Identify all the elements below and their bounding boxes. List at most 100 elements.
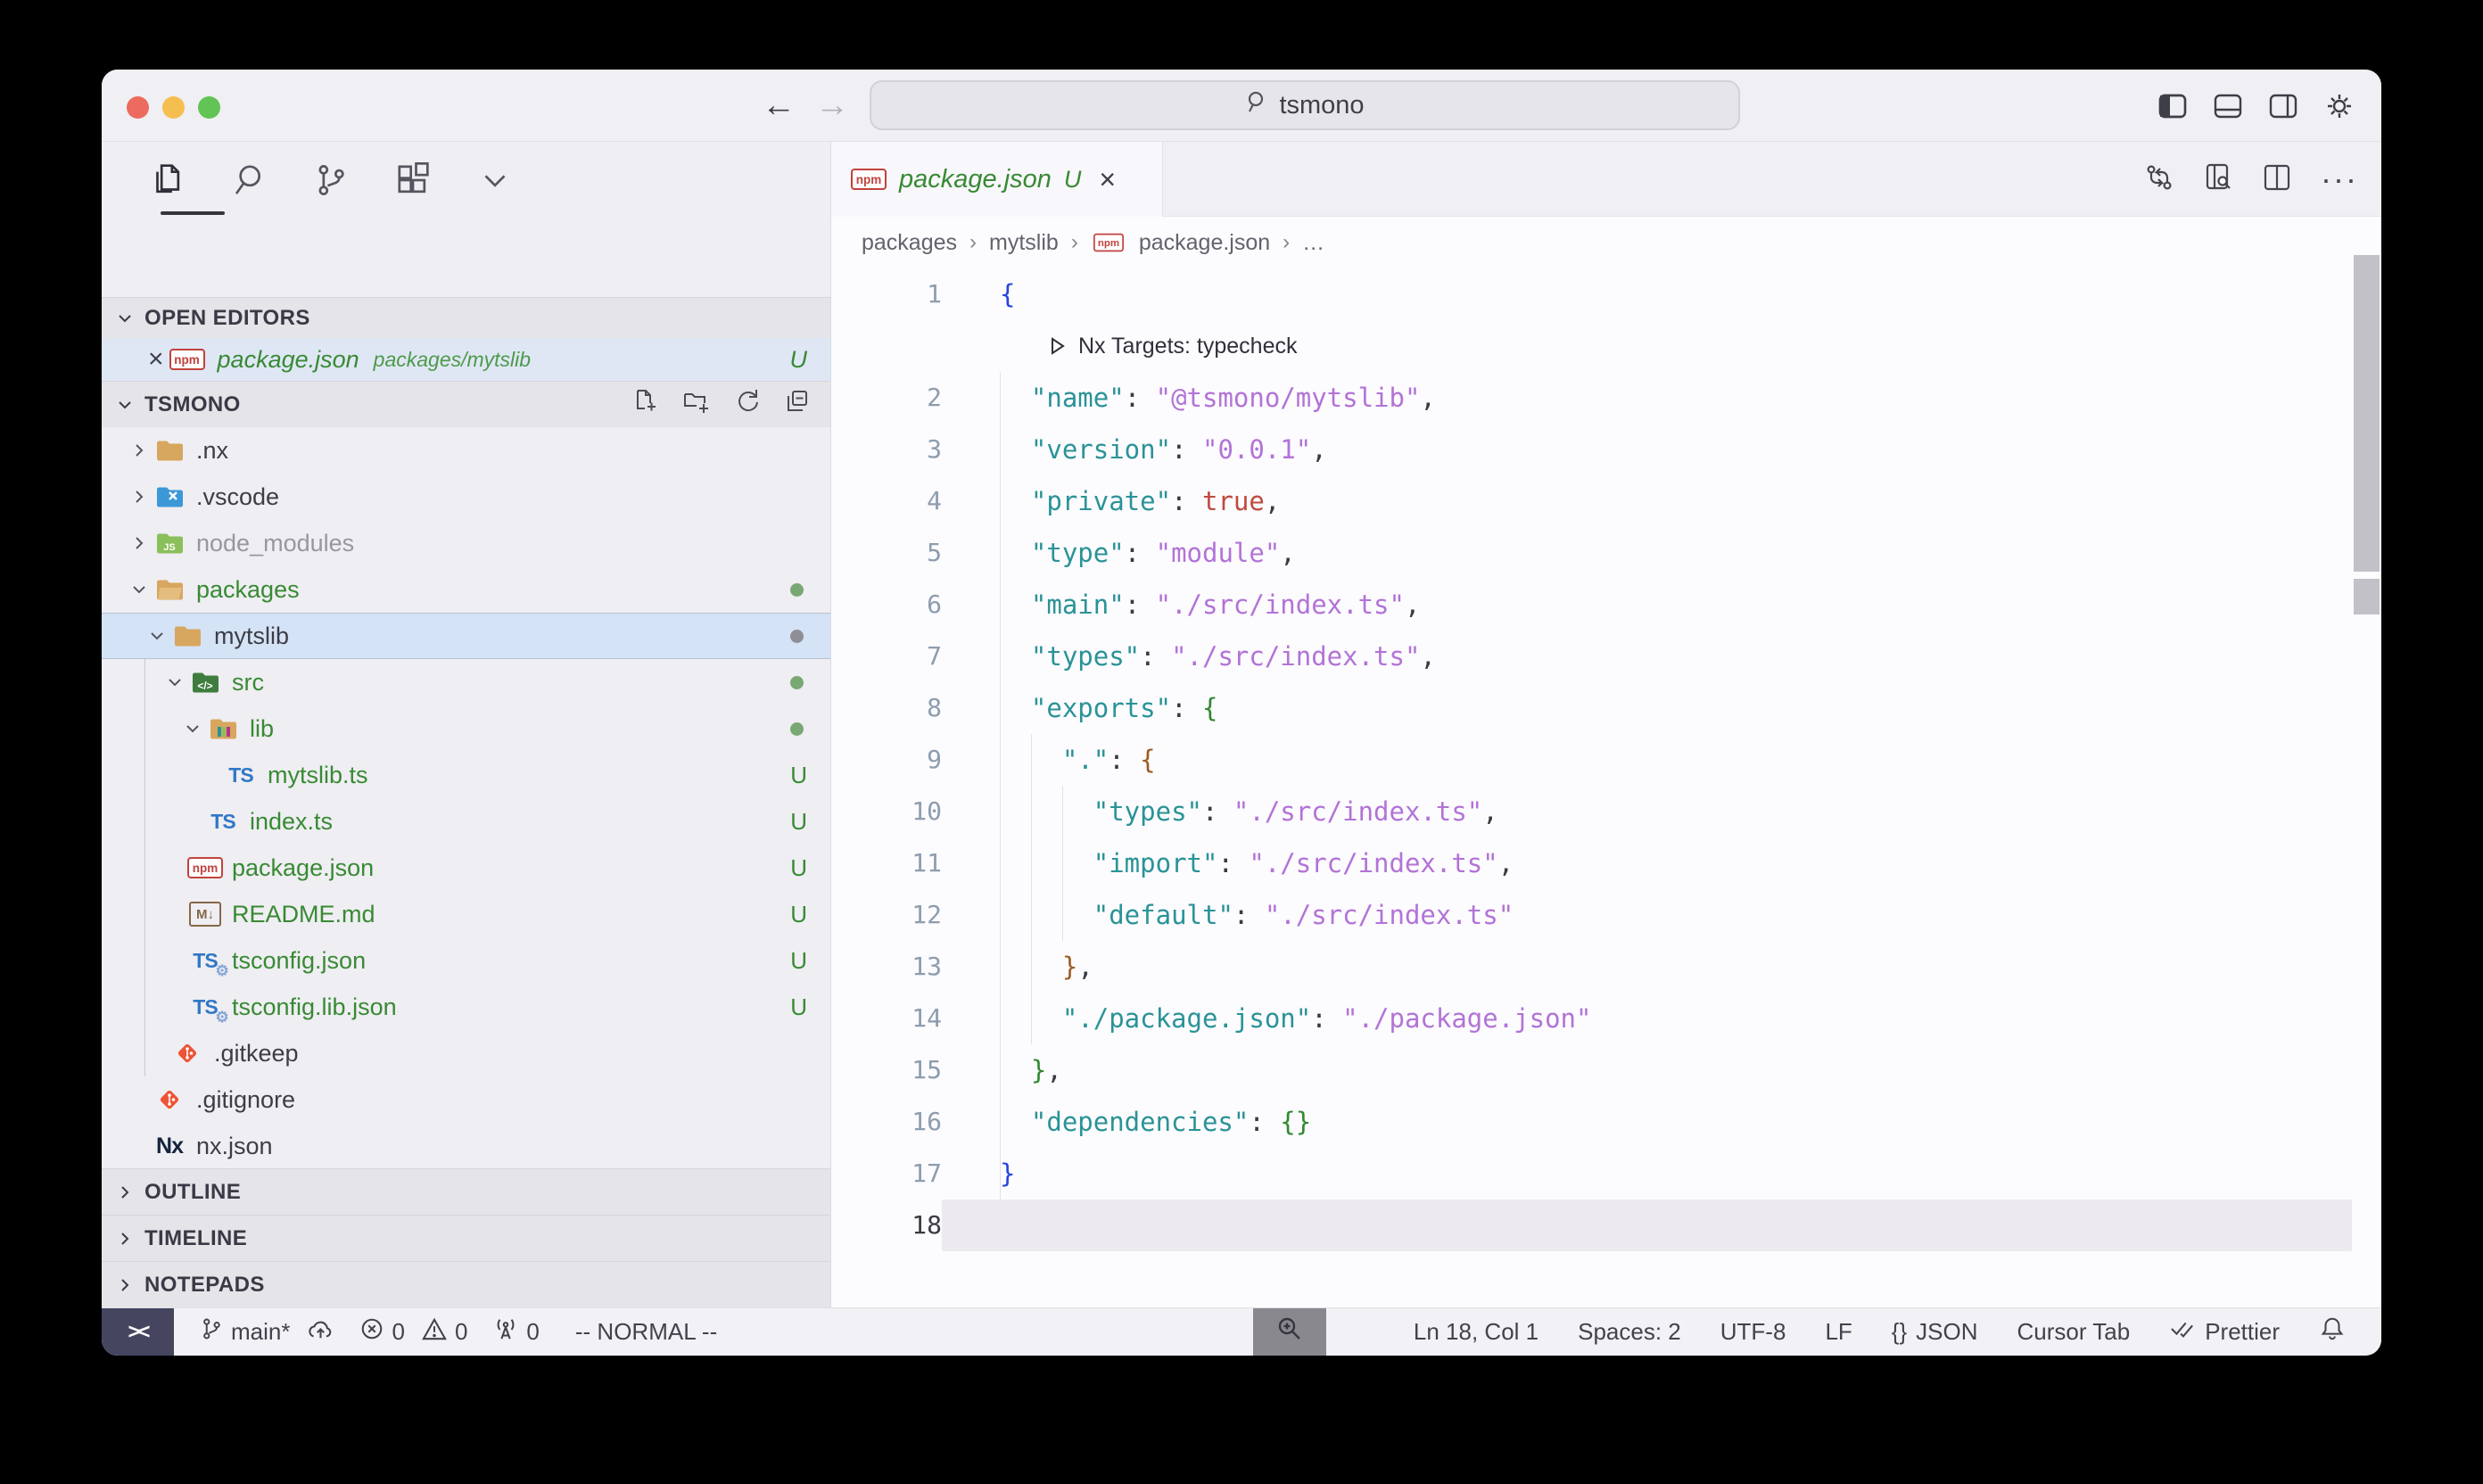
folder-src-icon: </>: [186, 671, 225, 695]
tree-item-lib[interactable]: lib: [102, 705, 830, 752]
code-text: "types": "./src/index.ts",: [1000, 631, 1436, 682]
toggle-secondary-sidebar-icon[interactable]: [2267, 90, 2299, 122]
chevron-right-icon[interactable]: [128, 488, 150, 506]
close-editor-icon[interactable]: ×: [148, 346, 164, 373]
new-file-icon[interactable]: [632, 388, 659, 421]
breadcrumb-mytslib[interactable]: mytslib: [989, 230, 1059, 256]
tree-item-mytslib-ts[interactable]: TSmytslib.tsU: [102, 752, 830, 798]
tree-item-mytslib[interactable]: mytslib: [102, 613, 830, 659]
command-center-search[interactable]: tsmono: [870, 80, 1740, 130]
chevron-right-icon[interactable]: [128, 441, 150, 459]
git-icon: [150, 1086, 189, 1113]
code-text: "default": "./src/index.ts": [1000, 889, 1514, 941]
new-folder-icon[interactable]: [682, 388, 711, 421]
chevron-down-icon: [116, 396, 134, 414]
toggle-panel-icon[interactable]: [2212, 90, 2244, 122]
radio-tower-icon: [492, 1316, 519, 1348]
code-text: "main": "./src/index.ts",: [1000, 579, 1420, 631]
minimize-window-button[interactable]: [162, 96, 185, 119]
encoding-status[interactable]: UTF-8: [1720, 1318, 1786, 1346]
open-editor-item[interactable]: × npm package.json packages/mytslib U: [102, 338, 830, 381]
tree-item-readme-md[interactable]: M↓README.mdU: [102, 891, 830, 937]
eol-status[interactable]: LF: [1825, 1318, 1852, 1346]
chevron-right-icon: ›: [969, 230, 977, 255]
tree-item--nx[interactable]: .nx: [102, 427, 830, 474]
code-area[interactable]: 1{Nx Targets: typecheck2 "name": "@tsmon…: [831, 268, 2381, 1307]
editor-scrollbar[interactable]: [2352, 142, 2381, 1307]
notifications-bell-icon[interactable]: [2319, 1315, 2346, 1348]
source-control-view-icon[interactable]: [312, 161, 350, 203]
notebook-search-icon[interactable]: [2203, 162, 2233, 197]
breadcrumb-package-json[interactable]: package.json: [1139, 230, 1270, 256]
close-window-button[interactable]: [127, 96, 149, 119]
section-header-notepads[interactable]: NOTEPADS: [102, 1261, 830, 1307]
line-number: 11: [831, 837, 942, 889]
chevron-down-icon[interactable]: [182, 720, 203, 738]
split-editor-icon[interactable]: [2262, 162, 2292, 197]
chevron-down-icon[interactable]: [164, 673, 186, 691]
chevron-down-icon: [116, 309, 134, 327]
tree-item-tsconfig-lib-json[interactable]: TS⚙tsconfig.lib.jsonU: [102, 984, 830, 1030]
tree-item-label: README.md: [232, 901, 375, 928]
tree-item--gitignore[interactable]: .gitignore: [102, 1076, 830, 1123]
code-text: "exports": {: [1000, 682, 1217, 734]
tree-item-node-modules[interactable]: JSnode_modules: [102, 520, 830, 566]
cursor-tab-status[interactable]: Cursor Tab: [2017, 1318, 2131, 1346]
remote-indicator[interactable]: ><: [102, 1308, 174, 1356]
git-dot-badge: [790, 583, 804, 597]
open-editor-label: package.json: [218, 346, 359, 374]
collapse-all-icon[interactable]: [784, 388, 811, 421]
ports-status[interactable]: 0: [492, 1316, 539, 1348]
settings-gear-icon[interactable]: [2322, 89, 2356, 123]
back-button[interactable]: ←: [762, 86, 796, 125]
cursor-position-status[interactable]: Ln 18, Col 1: [1414, 1318, 1538, 1346]
scrollbar-thumb[interactable]: [2354, 255, 2380, 572]
tree-item-label: packages: [196, 576, 300, 604]
tab-package-json[interactable]: npm package.json U ×: [831, 142, 1163, 217]
explorer-view-icon[interactable]: [148, 161, 186, 203]
breadcrumb-packages[interactable]: packages: [862, 230, 957, 256]
problems-status[interactable]: 0 0: [359, 1316, 467, 1348]
indentation-status[interactable]: Spaces: 2: [1578, 1318, 1681, 1346]
chevron-down-icon[interactable]: [128, 581, 150, 598]
active-view-underline: [161, 211, 225, 215]
tree-item-src[interactable]: </>src: [102, 659, 830, 705]
open-editors-header[interactable]: OPEN EDITORS: [102, 297, 830, 338]
extensions-view-icon[interactable]: [394, 161, 432, 203]
typescript-icon: TS: [228, 763, 252, 787]
language-status[interactable]: {} JSON: [1892, 1318, 1978, 1346]
tree-item-nx-json[interactable]: Nxnx.json: [102, 1123, 830, 1169]
chevron-down-icon[interactable]: [146, 627, 168, 645]
section-header-timeline[interactable]: TIMELINE: [102, 1215, 830, 1261]
vim-mode-indicator[interactable]: -- NORMAL --: [575, 1318, 717, 1346]
chevron-right-icon: ›: [1071, 230, 1078, 255]
tree-item--gitkeep[interactable]: .gitkeep: [102, 1030, 830, 1076]
folder-lib-icon: [203, 717, 243, 741]
workspace-header[interactable]: TSMONO: [102, 381, 830, 427]
section-header-outline[interactable]: OUTLINE: [102, 1168, 830, 1215]
tree-item-label: .gitignore: [196, 1086, 295, 1114]
forward-button[interactable]: →: [815, 86, 849, 125]
chevron-right-icon[interactable]: [128, 534, 150, 552]
breadcrumb-symbol[interactable]: …: [1302, 230, 1324, 256]
tab-close-icon[interactable]: ×: [1099, 163, 1116, 196]
zoom-window-button[interactable]: [198, 96, 220, 119]
search-view-icon[interactable]: [230, 161, 268, 203]
refresh-icon[interactable]: [734, 388, 761, 421]
git-status-badge: U: [790, 346, 808, 374]
tree-item-package-json[interactable]: npmpackage.jsonU: [102, 845, 830, 891]
formatter-status[interactable]: Prettier: [2169, 1317, 2280, 1347]
tree-item-packages[interactable]: packages: [102, 566, 830, 613]
toggle-primary-sidebar-icon[interactable]: [2157, 90, 2189, 122]
tree-item-label: .vscode: [196, 483, 279, 511]
zoom-indicator[interactable]: [1253, 1308, 1326, 1356]
codelens-nx-targets[interactable]: Nx Targets: typecheck: [1049, 320, 1297, 372]
tree-item-index-ts[interactable]: TSindex.tsU: [102, 798, 830, 845]
git-dot-badge: [790, 676, 804, 689]
views-chevron-down-icon[interactable]: [476, 161, 514, 203]
branch-status[interactable]: main*: [199, 1316, 334, 1348]
tree-item--vscode[interactable]: .vscode: [102, 474, 830, 520]
tree-item-tsconfig-json[interactable]: TS⚙tsconfig.jsonU: [102, 937, 830, 984]
git-dot-badge: [790, 630, 804, 643]
open-changes-icon[interactable]: [2144, 162, 2174, 197]
